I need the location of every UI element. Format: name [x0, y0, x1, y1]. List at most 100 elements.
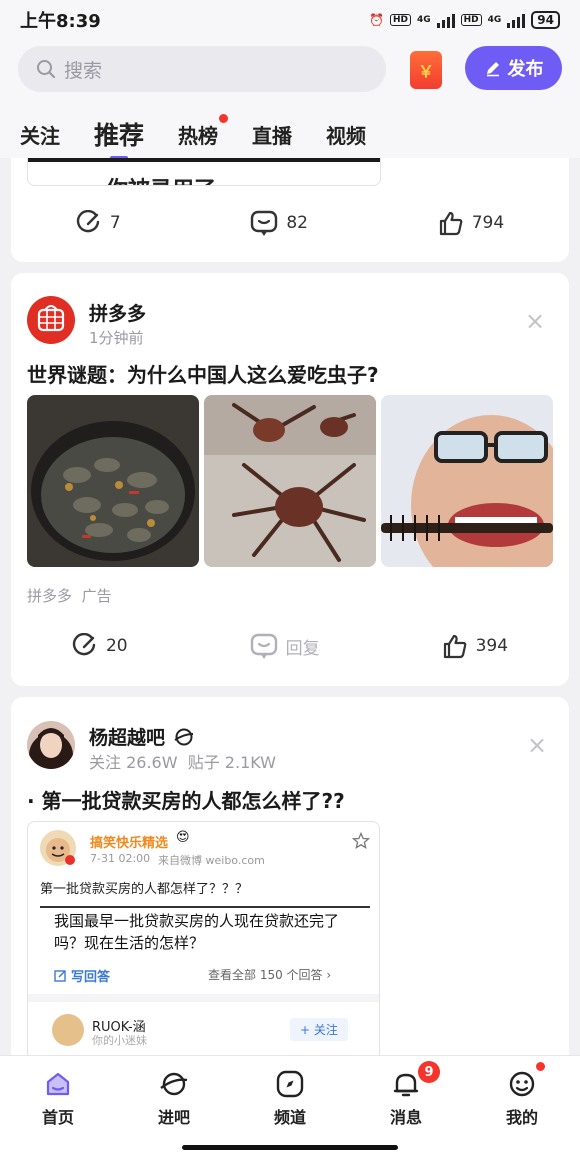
tab-live[interactable]: 直播 — [252, 120, 292, 149]
comment-count: 82 — [286, 213, 308, 233]
author-name[interactable]: 拼多多 — [89, 299, 146, 326]
forum-name[interactable]: 杨超越吧 — [89, 723, 195, 750]
embed-date: 7-31 02:00 — [90, 852, 151, 865]
post-image-snippet[interactable]: 你被录用了 — [27, 158, 381, 186]
nav-channel[interactable]: 频道 — [250, 1068, 330, 1128]
like-count: 394 — [475, 636, 509, 656]
forum-stats: 关注 26.6W 贴子 2.1KW — [89, 749, 276, 773]
post-image-3[interactable] — [381, 395, 553, 567]
share-button[interactable]: 7 — [76, 210, 121, 236]
feed-card[interactable]: 杨超越吧 关注 26.6W 贴子 2.1KW × · 第一批贷款买房的人都怎么样… — [11, 697, 569, 1057]
like-count: 794 — [471, 213, 505, 233]
close-icon[interactable]: × — [527, 731, 547, 759]
home-indicator[interactable] — [182, 1145, 398, 1150]
ad-source-name: 拼多多 — [27, 587, 73, 605]
nav-mine[interactable]: 我的 — [482, 1062, 562, 1128]
post-image-1[interactable] — [27, 395, 199, 567]
post-image-3-graphic — [381, 395, 553, 567]
answerer-avatar — [52, 1014, 84, 1046]
tab-recommend[interactable]: 推荐 — [94, 116, 144, 160]
feed-card-ad[interactable]: 拼多多 1分钟前 × 世界谜题：为什么中国人这么爱吃虫子? 拼多多 广告 20 … — [11, 273, 569, 686]
follow-stat: 关注 26.6W — [89, 753, 178, 772]
nav-home[interactable]: 首页 — [18, 1068, 98, 1128]
compass-icon — [276, 1070, 304, 1098]
status-icons: ⏰ HD 4G HD 4G 94 — [369, 11, 560, 29]
post-time: 1分钟前 — [89, 329, 144, 347]
nav-channel-label: 频道 — [273, 1108, 306, 1127]
mine-dot — [536, 1062, 545, 1071]
publish-button[interactable]: 发布 — [465, 46, 562, 90]
nav-mine-label: 我的 — [505, 1108, 538, 1127]
nav-enter-label: 进吧 — [157, 1108, 190, 1127]
avatar[interactable] — [27, 721, 75, 769]
planet-icon — [174, 728, 194, 745]
post-image-embed[interactable]: 搞笑快乐精选 😍 7-31 02:00 来自微博 weibo.com 第一批贷款… — [27, 821, 380, 1057]
embed-account: 搞笑快乐精选 — [90, 836, 169, 851]
share-count: 7 — [109, 213, 121, 233]
red-packet-button[interactable]: ￥ — [410, 51, 442, 89]
chevron-right-icon: › — [326, 968, 332, 982]
signal-icon-2 — [507, 12, 526, 28]
signal-icon — [436, 12, 455, 28]
embed-avatar — [40, 830, 76, 866]
search-icon — [37, 60, 56, 79]
nav-enter-forum[interactable]: 进吧 — [134, 1068, 214, 1128]
publish-label: 发布 — [507, 59, 544, 80]
share-button[interactable]: 20 — [72, 633, 128, 659]
feed-tabs: 关注 推荐 热榜 直播 视频 — [0, 110, 580, 160]
close-icon[interactable]: × — [525, 307, 545, 335]
post-image-2[interactable] — [204, 395, 376, 567]
embed-source: 来自微博 weibo.com — [158, 854, 265, 867]
nav-messages[interactable]: 消息 9 — [366, 1061, 446, 1128]
answerer-sub: 你的小迷妹 — [92, 1034, 147, 1047]
post-stat: 贴子 2.1KW — [187, 753, 276, 772]
thumbs-up-icon — [443, 634, 466, 659]
red-packet-icon: ￥ — [417, 62, 434, 81]
ad-source: 拼多多 广告 — [27, 585, 112, 606]
star-icon — [352, 832, 370, 849]
status-bar: 上午8:39 ⏰ HD 4G HD 4G 94 — [0, 0, 580, 40]
post-image-1-graphic — [27, 395, 199, 567]
post-title[interactable]: 世界谜题：为什么中国人这么爱吃虫子? — [27, 359, 379, 388]
smile-icon — [509, 1071, 535, 1097]
reply-button[interactable]: 回复 — [250, 633, 320, 659]
message-badge: 9 — [418, 1061, 440, 1083]
pinduoduo-logo — [37, 305, 65, 332]
hd-icon-2: HD — [460, 14, 482, 26]
post-actions: 7 82 794 — [11, 210, 569, 236]
tab-follow[interactable]: 关注 — [20, 120, 60, 149]
status-time: 上午8:39 — [20, 11, 101, 32]
feed-card[interactable]: 你被录用了 7 82 794 — [11, 158, 569, 262]
write-answer-link: 写回答 — [54, 966, 110, 985]
home-icon — [46, 1072, 70, 1096]
embed-answer-divider — [28, 994, 379, 1002]
nav-home-label: 首页 — [41, 1108, 74, 1127]
like-button[interactable]: 394 — [442, 633, 508, 659]
top-bar: 搜索 ￥ 发布 关注 推荐 热榜 直播 视频 — [0, 40, 580, 160]
nav-messages-label: 消息 — [389, 1108, 422, 1127]
avatar[interactable] — [27, 296, 75, 344]
emoji-icon: 😍 — [176, 830, 190, 845]
network-label-1: 4G — [416, 15, 431, 25]
tab-hot[interactable]: 热榜 — [178, 113, 229, 149]
tab-video[interactable]: 视频 — [326, 120, 366, 149]
view-all-answers: 查看全部 150 个回答 › — [208, 966, 331, 983]
view-all-label: 查看全部 150 个回答 — [208, 968, 323, 982]
search-placeholder: 搜索 — [64, 59, 103, 82]
comment-icon — [251, 210, 278, 236]
comment-button[interactable]: 82 — [250, 210, 308, 236]
embed-divider — [40, 906, 370, 908]
post-image-2-graphic — [204, 395, 376, 567]
share-icon — [72, 633, 96, 656]
battery-icon: 94 — [531, 11, 560, 29]
planet-icon — [160, 1072, 188, 1096]
embed-question: 我国最早一批贷款买房的人现在贷款还完了吗？现在生活的怎样？ — [54, 912, 340, 952]
ad-label: 广告 — [81, 587, 112, 605]
post-title[interactable]: · 第一批贷款买房的人都怎么样了?? — [27, 785, 345, 814]
embed-avatar-face — [46, 838, 75, 865]
search-input[interactable]: 搜索 — [18, 46, 386, 92]
embed-text: 第一批贷款买房的人都怎样了？？？ — [40, 882, 249, 897]
like-button[interactable]: 794 — [438, 210, 504, 236]
share-icon — [76, 210, 100, 233]
pen-icon — [486, 62, 499, 77]
